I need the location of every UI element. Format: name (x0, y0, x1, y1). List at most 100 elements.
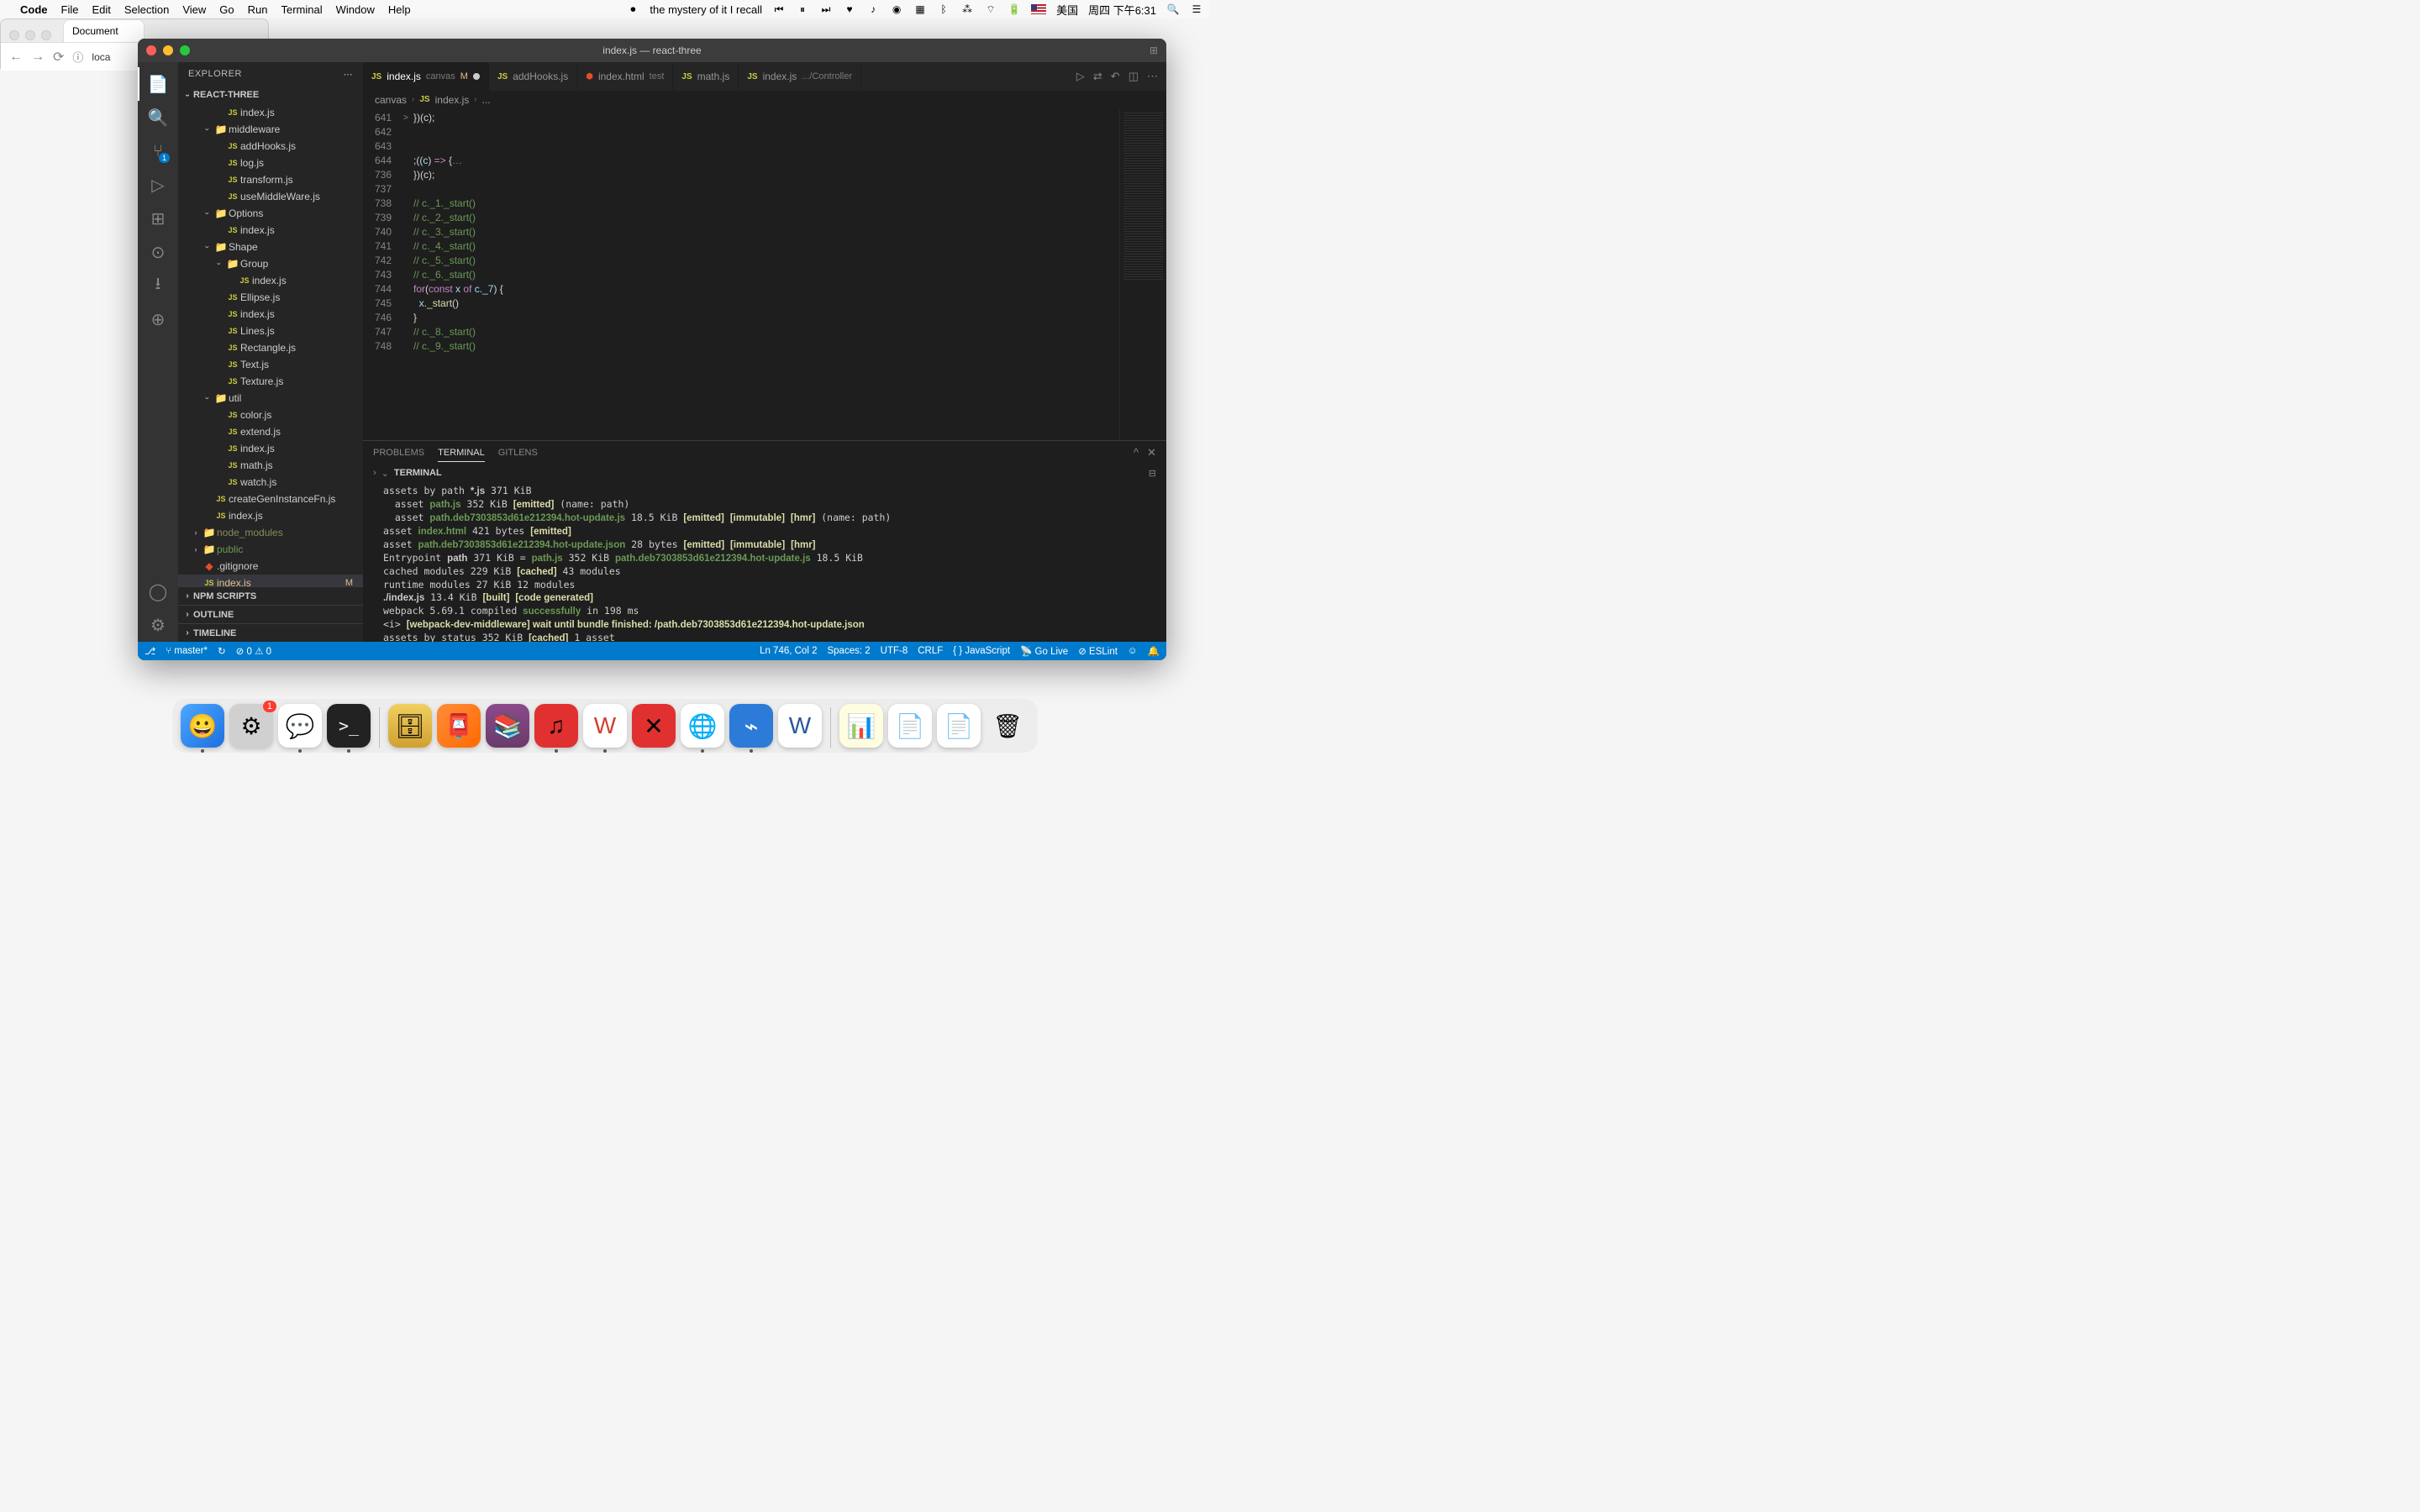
file-tree[interactable]: JSindex.js›📁middlewareJSaddHooks.jsJSlog… (178, 104, 363, 586)
menubar-appname[interactable]: Code (20, 3, 48, 16)
tree-folder[interactable]: ›📁public (178, 541, 363, 558)
tree-file[interactable]: JSindex.js (178, 306, 363, 323)
minimap[interactable] (1119, 109, 1166, 440)
editor-tab[interactable]: JSindex.jscanvasM (363, 62, 489, 91)
tree-file[interactable]: JSextend.js (178, 423, 363, 440)
panel-close-icon[interactable]: ✕ (1147, 446, 1156, 459)
record-icon[interactable]: ⏺ (626, 3, 639, 16)
activity-search[interactable]: 🔍 (138, 101, 178, 134)
status-golive[interactable]: 📡 Go Live (1020, 645, 1068, 657)
activity-remote[interactable]: ⊕ (138, 302, 178, 336)
split-icon[interactable]: ◫ (1128, 70, 1139, 83)
terminal-toggle-icon[interactable]: ⊟ (1149, 468, 1156, 479)
wifi-icon[interactable]: ⌔ (984, 3, 997, 16)
tree-file[interactable]: JSindex.js (178, 440, 363, 457)
panel-tab-terminal[interactable]: TERMINAL (438, 444, 485, 462)
dock-vscode[interactable]: ⌁ (729, 704, 773, 748)
dock-chrome[interactable]: 🌐 (681, 704, 724, 748)
safari-max-button[interactable] (41, 30, 51, 40)
tree-folder[interactable]: ›📁util (178, 390, 363, 407)
activity-extensions[interactable]: ⊞ (138, 202, 178, 235)
tab-more-icon[interactable]: ⋯ (1147, 70, 1158, 83)
tree-file[interactable]: JSRectangle.js (178, 339, 363, 356)
safari-back-icon[interactable]: ← (9, 50, 23, 65)
tray-icon-3[interactable]: ⁂ (960, 3, 974, 16)
dock-app-postman[interactable]: 📮 (437, 704, 481, 748)
section-timeline[interactable]: ›TIMELINE (178, 623, 363, 642)
tree-file[interactable]: JSindex.jsM (178, 575, 363, 586)
safari-tab[interactable]: Document (63, 19, 145, 42)
tree-file[interactable]: JSwatch.js (178, 474, 363, 491)
tree-folder[interactable]: ›📁middleware (178, 121, 363, 138)
activity-settings[interactable]: ⚙ (138, 608, 178, 642)
menu-view[interactable]: View (182, 3, 206, 16)
explorer-more-icon[interactable]: ⋯ (344, 69, 354, 80)
bluetooth-icon[interactable]: ᛒ (937, 3, 950, 16)
vscode-minimize-button[interactable] (163, 45, 173, 55)
safari-forward-icon[interactable]: → (31, 50, 45, 65)
activity-scm[interactable]: ⑂1 (138, 134, 178, 168)
status-branch[interactable]: ⑂ master* (166, 646, 208, 656)
status-spaces[interactable]: Spaces: 2 (827, 646, 870, 656)
panel-tab-problems[interactable]: PROBLEMS (373, 444, 424, 461)
tree-file[interactable]: JSlog.js (178, 155, 363, 171)
tree-folder[interactable]: ›📁Group (178, 255, 363, 272)
tree-file[interactable]: JScreateGenInstanceFn.js (178, 491, 363, 507)
menu-run[interactable]: Run (248, 3, 268, 16)
dock-app-db[interactable]: 🗄 (388, 704, 432, 748)
tree-file[interactable]: JSLines.js (178, 323, 363, 339)
status-problems[interactable]: ⊘ 0 ⚠ 0 (236, 645, 271, 657)
tree-file[interactable]: JStransform.js (178, 171, 363, 188)
tree-file[interactable]: ◆.gitignore (178, 558, 363, 575)
breadcrumb-symbol[interactable]: ... (482, 94, 491, 106)
dock-settings[interactable]: ⚙1 (229, 704, 273, 748)
menu-file[interactable]: File (61, 3, 79, 16)
status-sync[interactable]: ↻ (218, 645, 226, 657)
tree-file[interactable]: JSindex.js (178, 222, 363, 239)
safari-close-button[interactable] (9, 30, 19, 40)
tree-folder[interactable]: ›📁Options (178, 205, 363, 222)
safari-min-button[interactable] (25, 30, 35, 40)
status-bell-icon[interactable]: 🔔 (1148, 645, 1160, 657)
tray-icon-2[interactable]: ▦ (913, 3, 927, 16)
editor-tab[interactable]: JSindex.js.../Controller (739, 62, 861, 91)
spotlight-icon[interactable]: 🔍 (1166, 3, 1180, 16)
headphones-icon[interactable]: ♪ (866, 3, 880, 16)
dock-app-close[interactable]: ✕ (632, 704, 676, 748)
safari-reload-icon[interactable]: ⟳ (53, 49, 64, 66)
dock-recent-2[interactable]: 📄 (888, 704, 932, 748)
activity-download[interactable]: ⭳ (138, 269, 178, 302)
menu-selection[interactable]: Selection (124, 3, 169, 16)
tree-file[interactable]: JSTexture.js (178, 373, 363, 390)
dock-word[interactable]: W (778, 704, 822, 748)
dock-finder[interactable]: 😀 (181, 704, 224, 748)
dock-app-netease[interactable]: ♫ (534, 704, 578, 748)
section-outline[interactable]: ›OUTLINE (178, 605, 363, 623)
status-lncol[interactable]: Ln 746, Col 2 (760, 646, 817, 656)
input-locale[interactable]: 美国 (1056, 2, 1078, 18)
breadcrumb-file[interactable]: index.js (435, 94, 470, 106)
panel-tab-gitlens[interactable]: GITLENS (498, 444, 538, 461)
menu-help[interactable]: Help (388, 3, 411, 16)
breadcrumb-folder[interactable]: canvas (375, 94, 407, 106)
dock-app-chat[interactable]: 💬 (278, 704, 322, 748)
menubar-datetime[interactable]: 周四 下午6:31 (1088, 2, 1156, 18)
activity-explorer[interactable]: 📄 (138, 67, 178, 101)
editor-tab[interactable]: JSmath.js (673, 62, 739, 91)
menu-edit[interactable]: Edit (92, 3, 110, 16)
now-playing-title[interactable]: the mystery of it I recall (650, 3, 762, 16)
editor-tab[interactable]: ⬢index.htmltest (577, 62, 673, 91)
pause-icon[interactable]: ⏸ (796, 3, 809, 16)
status-feedback-icon[interactable]: ☺ (1128, 646, 1138, 656)
vscode-close-button[interactable] (146, 45, 156, 55)
battery-icon[interactable]: 🔋 (1007, 3, 1021, 16)
tree-file[interactable]: JSuseMiddleWare.js (178, 188, 363, 205)
menu-go[interactable]: Go (219, 3, 234, 16)
status-eslint[interactable]: ⊘ ESLint (1078, 645, 1118, 657)
dock-trash[interactable]: 🗑 (986, 704, 1029, 748)
dock-recent-1[interactable]: 📊 (839, 704, 883, 748)
dock-app-wps[interactable]: W (583, 704, 627, 748)
dock-terminal[interactable]: >_ (327, 704, 371, 748)
compare-icon[interactable]: ⇄ (1093, 70, 1102, 83)
tree-file[interactable]: JSEllipse.js (178, 289, 363, 306)
